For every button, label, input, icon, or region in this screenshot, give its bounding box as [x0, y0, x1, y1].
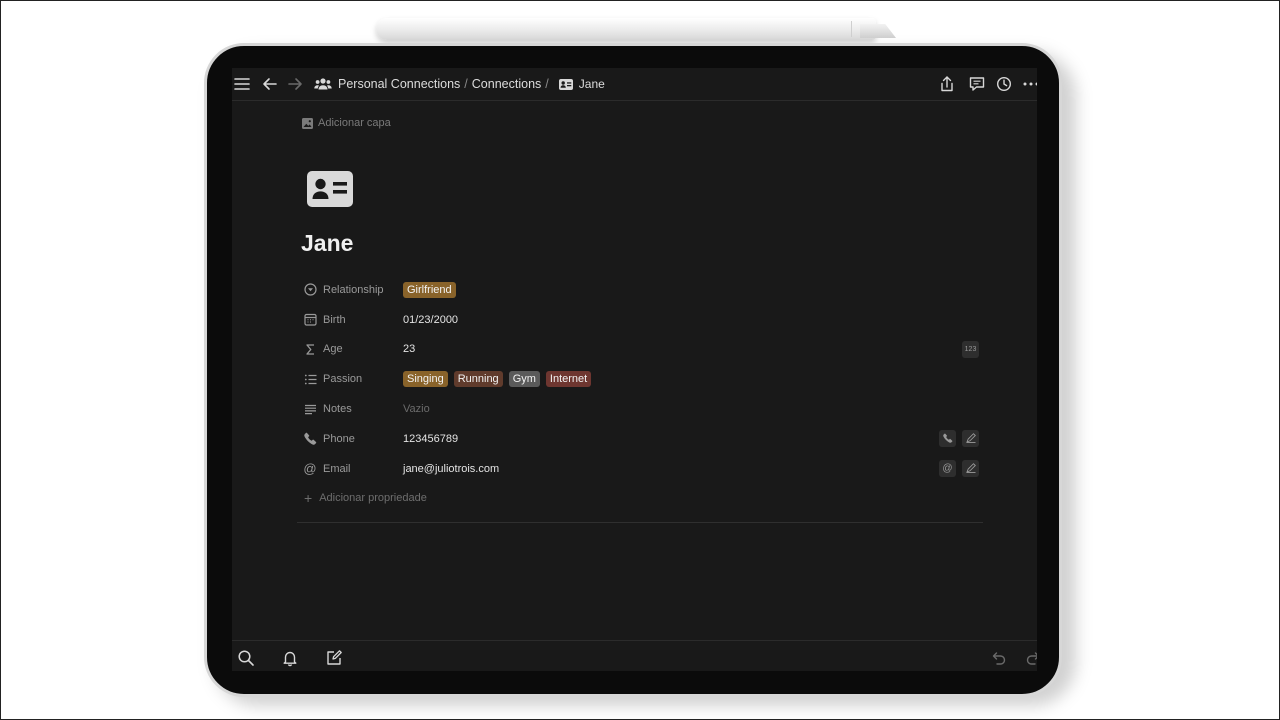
back-arrow-icon[interactable]: [260, 74, 280, 94]
comment-icon[interactable]: [967, 74, 987, 94]
breadcrumb-separator: /: [464, 77, 468, 91]
breadcrumb-item-current-page[interactable]: Jane: [579, 77, 605, 91]
property-value[interactable]: Girlfriend: [403, 281, 462, 298]
people-icon: [314, 77, 332, 91]
forward-arrow-icon[interactable]: [285, 74, 305, 94]
breadcrumb-item-connections[interactable]: Connections: [472, 77, 542, 91]
property-name-label: Passion: [323, 373, 363, 386]
breadcrumb-separator: /: [545, 77, 549, 91]
select-icon: [303, 283, 317, 297]
property-name-label: Phone: [323, 432, 355, 445]
compose-icon[interactable]: [324, 648, 344, 668]
list-icon: [303, 372, 317, 386]
property-value[interactable]: Vazio: [403, 403, 430, 415]
menu-icon[interactable]: [232, 74, 252, 94]
property-value[interactable]: 123456789: [403, 433, 458, 445]
tag[interactable]: Gym: [508, 371, 540, 388]
at-icon: @: [303, 461, 317, 477]
redo-icon[interactable]: [1024, 648, 1037, 668]
page-title[interactable]: Jane: [301, 230, 353, 257]
add-property-label: Adicionar propriedade: [319, 492, 427, 505]
property-row-relationship: Relationship Girlfriend: [301, 275, 984, 305]
property-name-label: Email: [323, 462, 351, 475]
tag[interactable]: Internet: [545, 371, 592, 388]
contact-card-icon[interactable]: [307, 171, 355, 207]
apple-pencil: [376, 18, 876, 40]
top-bar: Personal Connections / Connections / Jan…: [232, 68, 1037, 101]
property-row-passion: Passion Singing Running Gym Internet: [301, 364, 984, 394]
property-row-age: Age 23 123: [301, 335, 984, 365]
property-name[interactable]: Passion: [301, 372, 403, 386]
property-value[interactable]: 01/23/2000: [403, 314, 458, 326]
plus-icon: +: [304, 490, 313, 507]
bell-icon[interactable]: [280, 648, 300, 668]
property-value[interactable]: jane@juliotrois.com: [403, 463, 499, 475]
add-cover-label: Adicionar capa: [318, 117, 391, 129]
search-icon[interactable]: [236, 648, 256, 668]
image-icon: [302, 117, 313, 129]
property-name[interactable]: @ Email: [301, 461, 403, 477]
add-cover-button[interactable]: Adicionar capa: [302, 117, 391, 129]
row-actions: @: [933, 459, 979, 477]
row-actions: 123: [956, 340, 979, 358]
text-lines-icon: [303, 402, 317, 416]
tag[interactable]: Running: [453, 371, 503, 388]
pencil-icon: [965, 433, 976, 444]
property-name-label: Notes: [323, 403, 352, 416]
property-name[interactable]: Notes: [301, 402, 403, 416]
property-row-phone: Phone 123456789: [301, 424, 984, 454]
property-value[interactable]: 23: [403, 343, 415, 355]
send-email-button[interactable]: @: [939, 459, 956, 477]
contact-card-icon: [558, 78, 573, 90]
property-row-email: @ Email jane@juliotrois.com @: [301, 454, 984, 484]
app-screen: Personal Connections / Connections / Jan…: [232, 68, 1037, 671]
more-icon[interactable]: [1021, 74, 1037, 94]
bottom-bar: [232, 640, 1037, 671]
property-name[interactable]: Relationship: [301, 283, 403, 297]
number-format-button[interactable]: 123: [962, 340, 979, 358]
property-row-birth: Birth 01/23/2000: [301, 305, 984, 335]
property-name[interactable]: Phone: [301, 432, 403, 446]
property-name[interactable]: Age: [301, 342, 403, 356]
breadcrumb: Personal Connections / Connections / Jan…: [314, 68, 605, 100]
phone-icon: [942, 434, 952, 444]
edit-phone-button[interactable]: [962, 429, 979, 447]
divider: [297, 522, 983, 523]
at-icon: @: [942, 462, 953, 474]
share-icon[interactable]: [937, 74, 957, 94]
pencil-icon: [965, 463, 976, 474]
properties-list: Relationship Girlfriend Birth 01/23/2000…: [301, 275, 984, 513]
undo-icon[interactable]: [988, 648, 1008, 668]
row-actions: [933, 429, 979, 447]
phone-icon: [303, 432, 317, 446]
edit-email-button[interactable]: [962, 459, 979, 477]
add-property-button[interactable]: + Adicionar propriedade: [301, 484, 984, 513]
property-name-label: Relationship: [323, 283, 384, 296]
property-row-notes: Notes Vazio: [301, 394, 984, 424]
property-name[interactable]: Birth: [301, 313, 403, 327]
tag[interactable]: Singing: [403, 371, 448, 388]
history-icon[interactable]: [994, 74, 1014, 94]
property-name-label: Age: [323, 343, 343, 356]
property-value[interactable]: Singing Running Gym Internet: [403, 371, 597, 388]
sigma-icon: [303, 342, 317, 356]
calendar-icon: [303, 313, 317, 327]
property-name-label: Birth: [323, 313, 346, 326]
breadcrumb-item-personal-connections[interactable]: Personal Connections: [338, 77, 460, 91]
call-button[interactable]: [939, 429, 956, 447]
tag[interactable]: Girlfriend: [403, 281, 456, 298]
